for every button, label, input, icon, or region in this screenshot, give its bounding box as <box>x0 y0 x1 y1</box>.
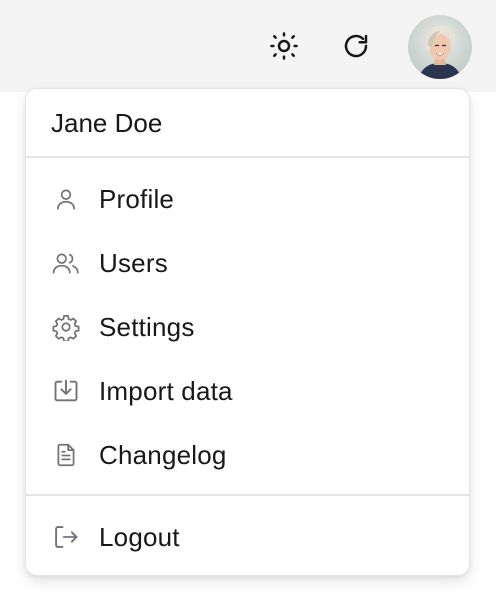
refresh-button[interactable] <box>334 24 378 68</box>
menu-item-logout[interactable]: Logout <box>26 505 469 569</box>
file-text-icon <box>51 440 81 470</box>
gear-icon <box>51 312 81 342</box>
divider <box>26 494 469 496</box>
menu-item-label: Import data <box>99 375 233 406</box>
menu-item-users[interactable]: Users <box>26 231 469 295</box>
menu-item-label: Logout <box>99 521 180 552</box>
menu-item-label: Profile <box>99 183 175 214</box>
divider <box>26 156 469 158</box>
menu-item-label: Users <box>99 247 168 278</box>
menu-item-label: Settings <box>99 311 195 342</box>
avatar[interactable] <box>408 15 472 79</box>
top-bar <box>0 0 496 92</box>
users-icon <box>51 248 81 278</box>
sun-icon <box>269 31 299 61</box>
logout-icon <box>51 522 81 552</box>
menu-item-label: Changelog <box>99 439 227 470</box>
menu-item-profile[interactable]: Profile <box>26 167 469 231</box>
user-icon <box>51 184 81 214</box>
user-dropdown-menu: Jane Doe Profile Users Settings Import d… <box>25 88 470 576</box>
import-icon <box>51 376 81 406</box>
user-avatar-image <box>408 15 472 79</box>
user-name: Jane Doe <box>51 107 163 138</box>
menu-item-settings[interactable]: Settings <box>26 295 469 359</box>
menu-item-import-data[interactable]: Import data <box>26 359 469 423</box>
refresh-icon <box>341 31 371 61</box>
menu-item-changelog[interactable]: Changelog <box>26 423 469 487</box>
theme-toggle-button[interactable] <box>262 24 306 68</box>
